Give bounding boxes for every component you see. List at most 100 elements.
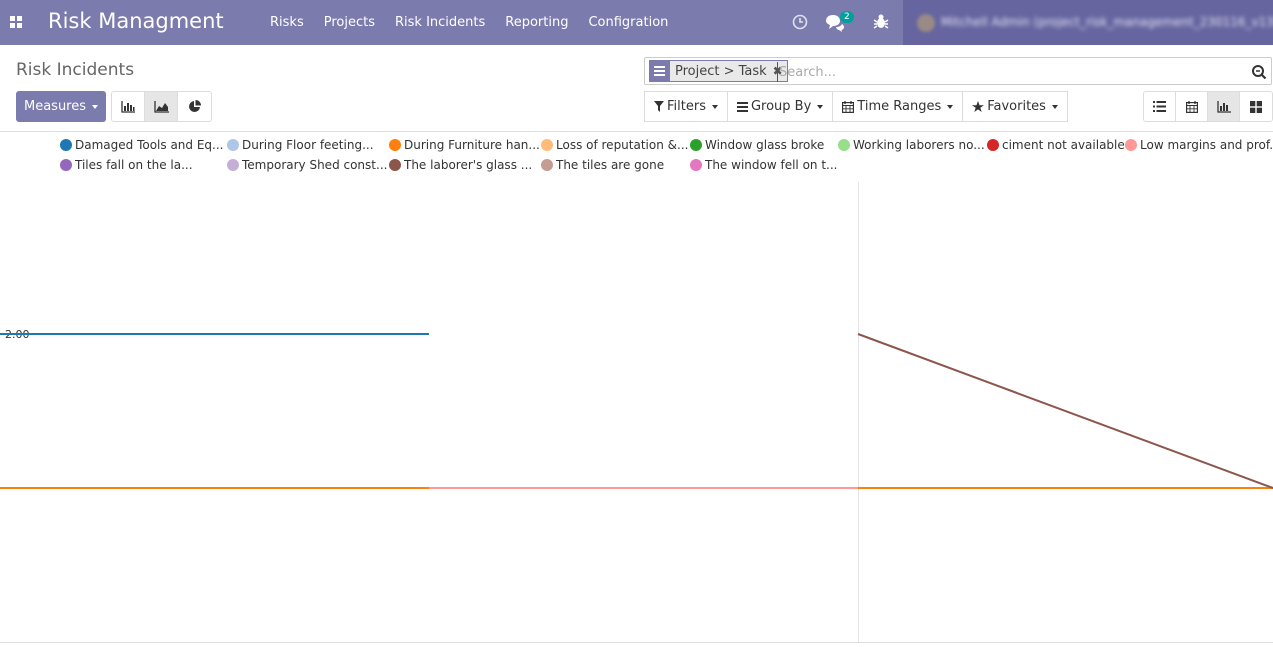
- favorites-button[interactable]: Favorites: [962, 91, 1068, 122]
- star-icon: [972, 100, 985, 112]
- legend-item[interactable]: The laborer's glass ...: [389, 158, 532, 172]
- legend-item[interactable]: Damaged Tools and Eq...: [60, 138, 223, 152]
- graph-view-button[interactable]: [1208, 92, 1240, 121]
- legend-item[interactable]: The window fell on t...: [690, 158, 837, 172]
- legend-label: The window fell on t...: [705, 158, 838, 172]
- legend-dot: [60, 159, 72, 171]
- menu-item-risks[interactable]: Risks: [260, 15, 314, 30]
- legend-label: Loss of reputation &...: [556, 138, 689, 152]
- legend-item[interactable]: Tiles fall on the la...: [60, 158, 193, 172]
- menu-item-projects[interactable]: Projects: [314, 15, 385, 30]
- bars-icon: [736, 101, 748, 112]
- legend-label: The tiles are gone: [556, 158, 665, 172]
- legend-dot: [838, 139, 850, 151]
- legend-label: Damaged Tools and Eq...: [75, 138, 224, 152]
- legend-item[interactable]: During Floor feeting...: [227, 138, 374, 152]
- search-options: Filters Group By Time Ranges Favorites: [644, 91, 1068, 122]
- caret-down-icon: [711, 104, 718, 109]
- legend-label: Window glass broke: [705, 138, 825, 152]
- chat-count-badge: 2: [840, 11, 854, 23]
- legend-label: Low margins and prof...: [1140, 138, 1273, 152]
- top-navbar: Risk Managment Risks Projects Risk Incid…: [0, 0, 1273, 45]
- bug-icon[interactable]: [872, 12, 894, 34]
- apps-grid-icon[interactable]: [10, 16, 22, 28]
- group-by-icon: [650, 60, 670, 82]
- legend-dot: [60, 139, 72, 151]
- avatar: [917, 14, 935, 32]
- legend-dot: [1125, 139, 1137, 151]
- filters-button[interactable]: Filters: [644, 91, 728, 122]
- menu-item-risk-incidents[interactable]: Risk Incidents: [385, 15, 495, 30]
- chart-type-switcher: [111, 91, 212, 122]
- clock-icon[interactable]: [790, 12, 812, 34]
- kanban-view-button[interactable]: [1240, 92, 1272, 121]
- caret-down-icon: [947, 104, 954, 109]
- chart-bottom-border: [0, 642, 1273, 643]
- legend-dot: [690, 159, 702, 171]
- group-by-label: Group By: [750, 99, 812, 114]
- menu-item-configration[interactable]: Configration: [578, 15, 678, 30]
- legend-label: During Floor feeting...: [242, 138, 374, 152]
- user-name: Mitchell Admin (project_risk_management_…: [941, 15, 1273, 29]
- search-facet: Project > Task ✖: [649, 60, 788, 82]
- measures-label: Measures: [23, 99, 87, 114]
- legend-label: Temporary Shed const...: [242, 158, 388, 172]
- list-view-button[interactable]: [1144, 92, 1176, 121]
- legend-dot: [227, 139, 239, 151]
- legend-label: Working laborers no...: [853, 138, 985, 152]
- area-chart-icon: [153, 100, 169, 113]
- time-ranges-label: Time Ranges: [857, 99, 942, 114]
- list-view-icon: [1153, 101, 1166, 112]
- legend-dot: [227, 159, 239, 171]
- app-title[interactable]: Risk Managment: [48, 9, 224, 33]
- legend-label: Tiles fall on the la...: [75, 158, 193, 172]
- graph-view-icon: [1216, 100, 1231, 113]
- facet-label: Project > Task: [675, 63, 767, 79]
- legend-dot: [389, 139, 401, 151]
- bar-chart-button[interactable]: [112, 92, 145, 121]
- line-chart: 2.00: [0, 182, 1273, 642]
- calendar-view-button[interactable]: [1176, 92, 1208, 121]
- caret-down-icon: [92, 104, 99, 109]
- menu-item-reporting[interactable]: Reporting: [495, 15, 578, 30]
- page-title: Risk Incidents: [16, 60, 135, 80]
- legend-item[interactable]: During Furniture han...: [389, 138, 540, 152]
- legend-dot: [541, 139, 553, 151]
- legend-dot: [389, 159, 401, 171]
- main-menu: Risks Projects Risk Incidents Reporting …: [260, 0, 678, 45]
- legend-dot: [541, 159, 553, 171]
- line-chart-button[interactable]: [145, 92, 178, 121]
- legend-item[interactable]: Temporary Shed const...: [227, 158, 387, 172]
- legend-item[interactable]: Loss of reputation &...: [541, 138, 688, 152]
- divider: [0, 131, 1273, 132]
- search-bar[interactable]: Project > Task ✖: [644, 57, 1272, 85]
- measures-button[interactable]: Measures: [16, 91, 106, 122]
- user-menu[interactable]: Mitchell Admin (project_risk_management_…: [903, 0, 1273, 45]
- favorites-label: Favorites: [987, 99, 1046, 114]
- legend-item[interactable]: Low margins and prof...: [1125, 138, 1273, 152]
- calendar-icon: [842, 100, 855, 113]
- caret-down-icon: [1051, 104, 1058, 109]
- kanban-view-icon: [1250, 100, 1262, 113]
- pie-chart-button[interactable]: [178, 92, 211, 121]
- legend-item[interactable]: ciment not available: [987, 138, 1125, 152]
- legend-label: The laborer's glass ...: [404, 158, 533, 172]
- legend-dot: [690, 139, 702, 151]
- pie-chart-icon: [189, 100, 201, 112]
- legend-label: During Furniture han...: [404, 138, 540, 152]
- view-switcher: [1143, 91, 1273, 122]
- bar-chart-icon: [121, 100, 135, 113]
- legend-item[interactable]: The tiles are gone: [541, 158, 664, 172]
- search-input[interactable]: [777, 62, 1237, 82]
- legend-item[interactable]: Working laborers no...: [838, 138, 985, 152]
- group-by-button[interactable]: Group By: [726, 91, 834, 122]
- calendar-view-icon: [1185, 100, 1198, 113]
- legend-item[interactable]: Window glass broke: [690, 138, 824, 152]
- filter-icon: [654, 101, 664, 112]
- filters-label: Filters: [667, 99, 706, 114]
- time-ranges-button[interactable]: Time Ranges: [832, 91, 964, 122]
- search-icon[interactable]: [1251, 64, 1267, 80]
- legend-dot: [987, 139, 999, 151]
- caret-down-icon: [817, 104, 824, 109]
- series-line: [857, 333, 1273, 489]
